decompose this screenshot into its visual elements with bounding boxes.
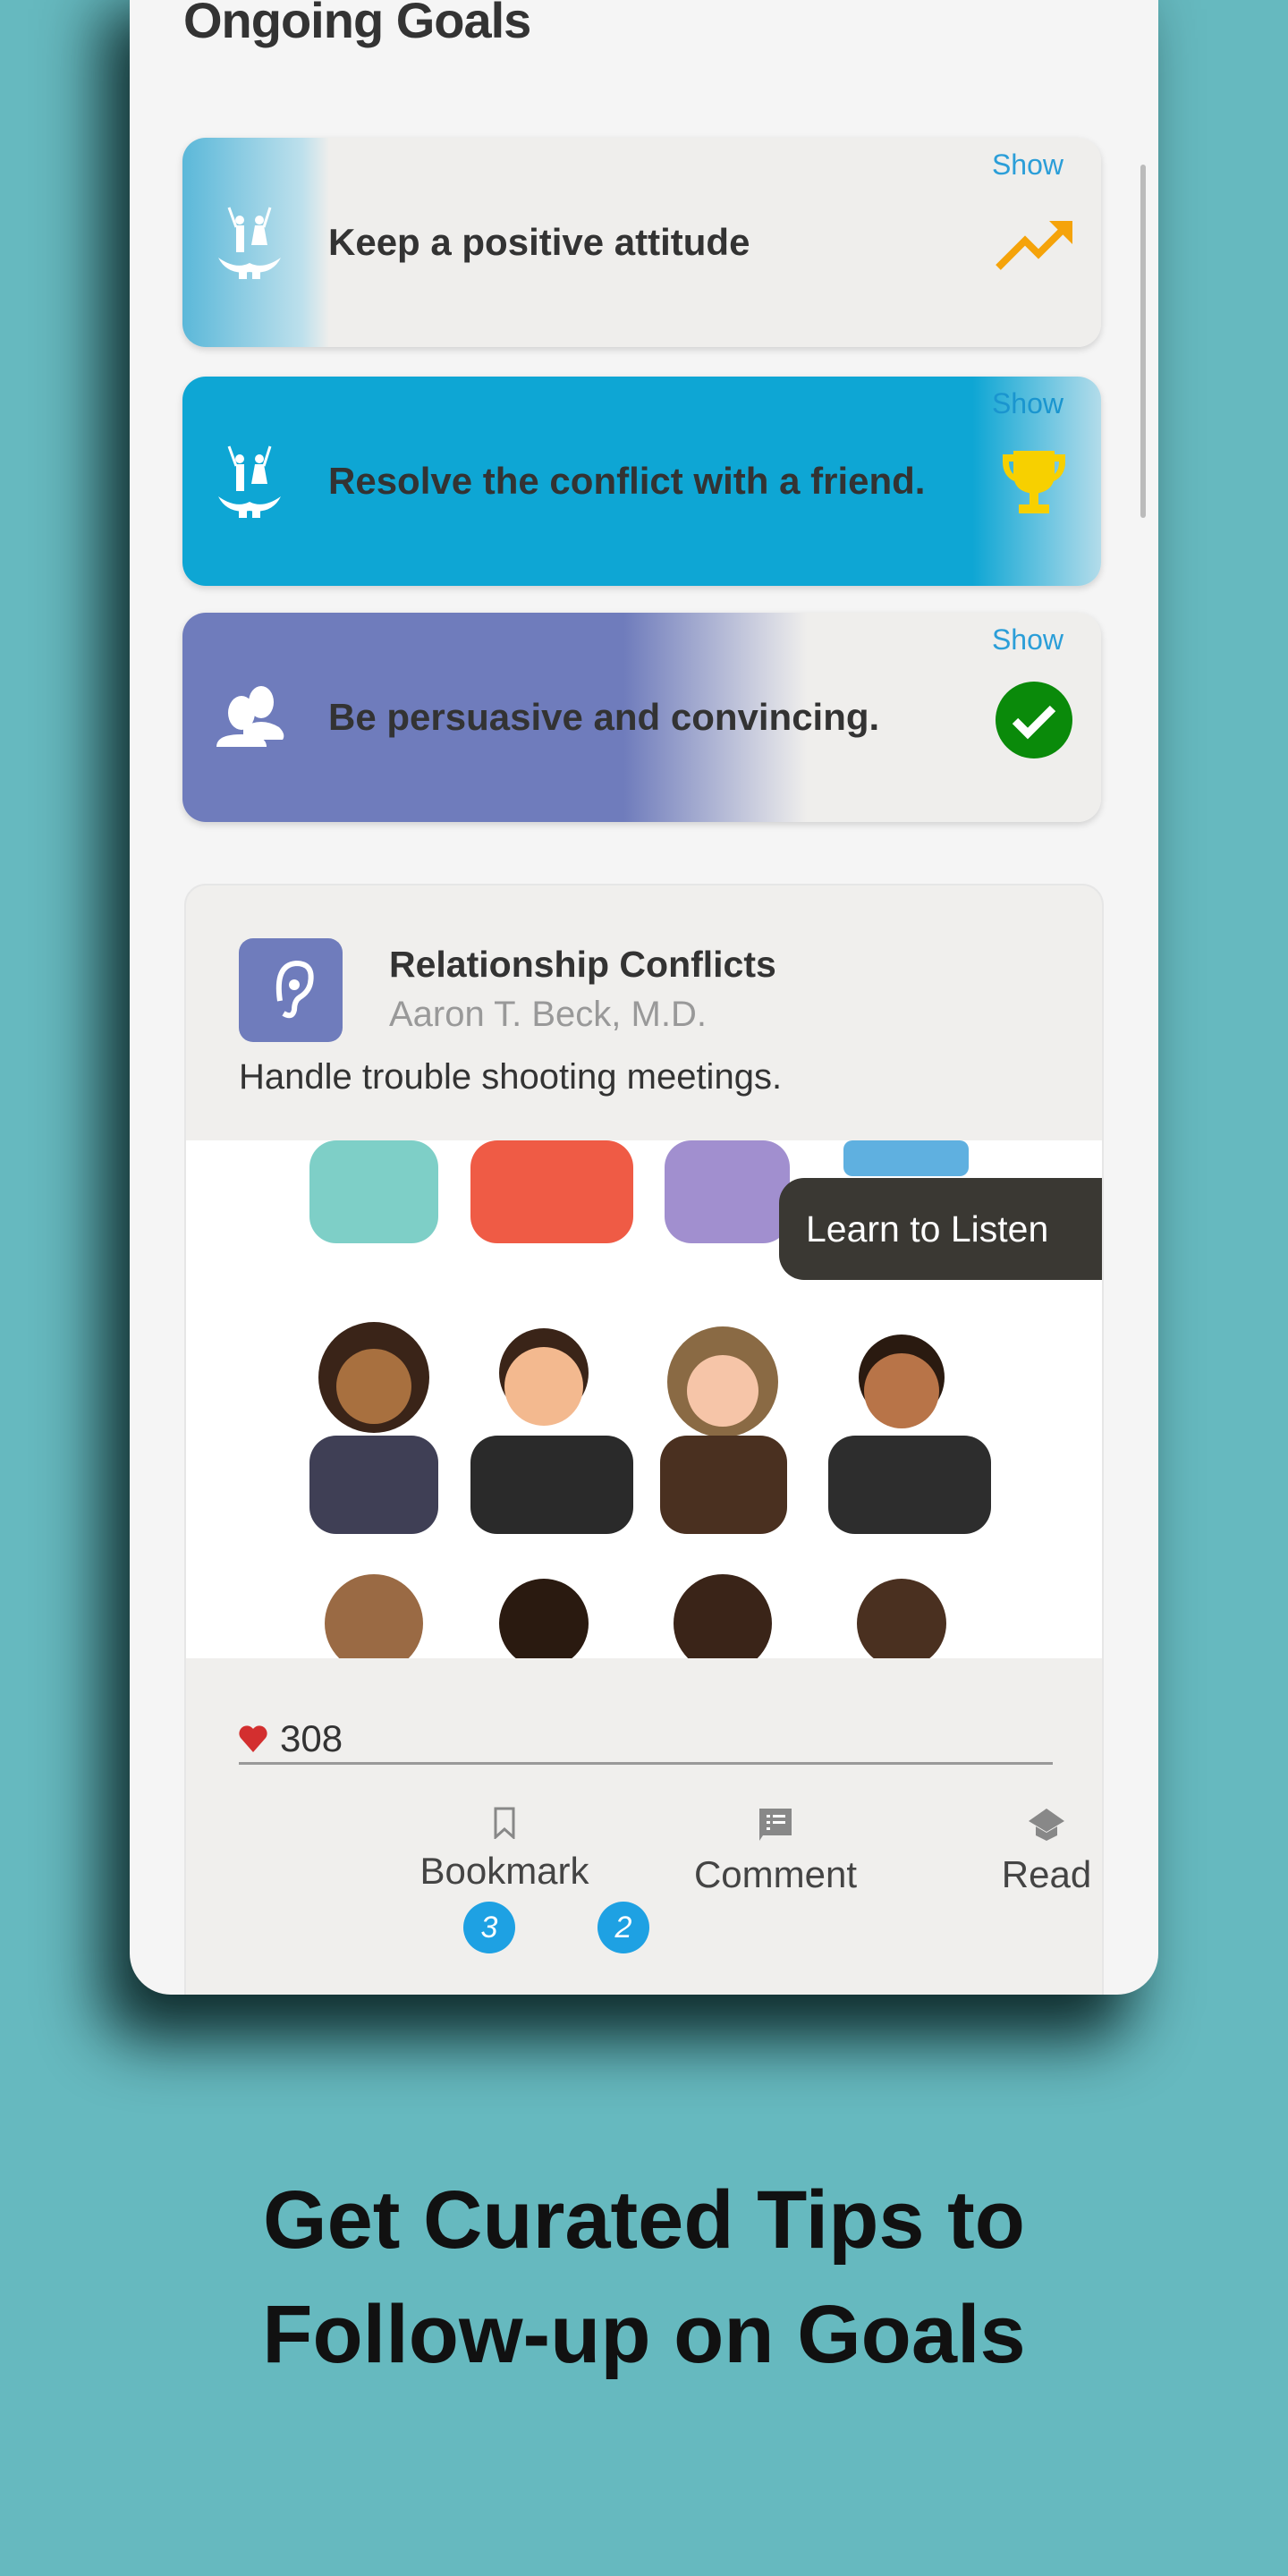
trophy-icon: [1003, 451, 1065, 513]
avatar: [828, 1335, 991, 1534]
ear-icon: [239, 938, 343, 1042]
avatar: [309, 1322, 438, 1534]
article-author: Aaron T. Beck, M.D.: [389, 995, 707, 1034]
article-title: Relationship Conflicts: [389, 944, 776, 985]
comment-button[interactable]: Comment: [664, 1807, 887, 1896]
goal-card-resolve-conflict[interactable]: Resolve the conflict with a friend. Show: [182, 377, 1101, 586]
bookmark-icon: [494, 1807, 515, 1839]
avatar: [470, 1328, 633, 1534]
goal-card-positive-attitude[interactable]: Keep a positive attitude Show: [182, 138, 1101, 347]
learn-to-listen-tag: Learn to Listen: [779, 1178, 1102, 1280]
read-label: Read: [1001, 1853, 1092, 1895]
check-circle-icon: [996, 682, 1072, 758]
divider: [239, 1762, 1053, 1765]
likes-count: 308: [280, 1717, 343, 1759]
read-button[interactable]: Read: [935, 1807, 1102, 1896]
graduation-cap-icon: [1029, 1809, 1064, 1841]
caption-line-2: Follow-up on Goals: [262, 2289, 1026, 2380]
goal-label: Resolve the conflict with a friend.: [328, 460, 926, 502]
bookmark-button[interactable]: Bookmark: [393, 1807, 616, 1893]
likes[interactable]: 308: [239, 1717, 343, 1760]
show-link[interactable]: Show: [992, 387, 1063, 420]
phone-screen: Ongoing Goals Keep a positive attitude S…: [130, 0, 1158, 1995]
goal-label: Be persuasive and convincing.: [328, 696, 880, 738]
people-icon: [216, 686, 284, 747]
show-link[interactable]: Show: [992, 148, 1063, 182]
family-hands-icon: [218, 207, 281, 279]
caption-line-1: Get Curated Tips to: [263, 2174, 1025, 2266]
article-description: Handle trouble shooting meetings.: [239, 1057, 783, 1097]
show-link[interactable]: Show: [992, 623, 1063, 657]
promo-caption: Get Curated Tips to Follow-up on Goals: [0, 2163, 1288, 2392]
trending-up-icon: [996, 221, 1072, 270]
article-card[interactable]: Relationship Conflicts Aaron T. Beck, M.…: [184, 884, 1104, 1995]
family-hands-icon: [218, 445, 281, 518]
scrollbar[interactable]: [1140, 165, 1146, 518]
goal-label: Keep a positive attitude: [328, 221, 750, 263]
comment-icon: [759, 1809, 792, 1841]
heart-icon: [239, 1725, 267, 1752]
bookmark-label: Bookmark: [419, 1850, 589, 1892]
bookmark-count-badge: 3: [463, 1902, 515, 1953]
page-title: Ongoing Goals: [183, 0, 531, 48]
comment-label: Comment: [693, 1853, 858, 1895]
avatar: [660, 1326, 787, 1534]
comment-count-badge: 2: [597, 1902, 649, 1953]
article-image: Learn to Listen: [186, 1140, 1102, 1658]
goal-card-persuasive[interactable]: Be persuasive and convincing. Show: [182, 613, 1101, 822]
